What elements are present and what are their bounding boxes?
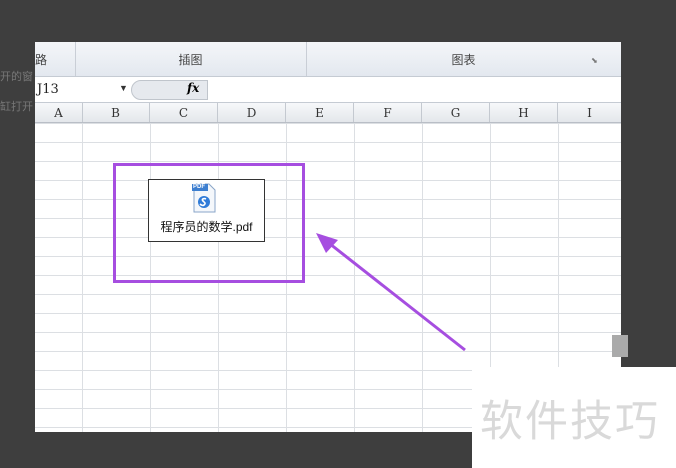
watermark-text: 软件技巧	[480, 398, 660, 446]
watermark-panel: 软件技巧	[472, 367, 676, 468]
background-fragment	[612, 335, 628, 357]
